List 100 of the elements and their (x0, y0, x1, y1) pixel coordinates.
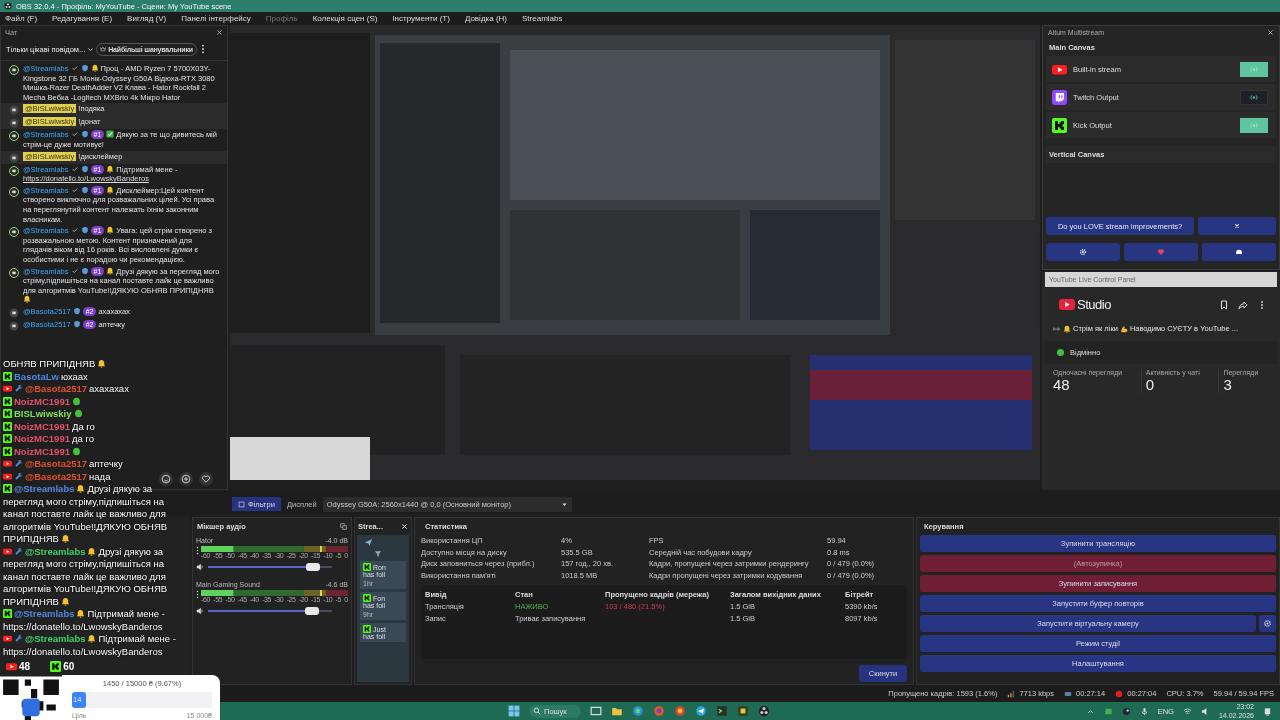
platform-icon (3, 371, 12, 381)
record-icon (1115, 689, 1124, 698)
chat-message: @Streamlabs Друзі дякую за перегляд мого стріму,підпишіться на канал поставте лайк це важливо для алгоритмів YouTube!!ДЯКУЮ ОБНЯВ ПРИПІДНЯВ (3, 545, 169, 608)
close-icon[interactable] (216, 28, 223, 36)
heart-button[interactable] (199, 472, 213, 486)
platform-icon (3, 409, 12, 418)
add-button[interactable] (179, 472, 193, 486)
platform-icon (1052, 117, 1067, 133)
app-logo-icon (4, 2, 12, 10)
play-icon (3, 546, 12, 556)
play-icon (6, 661, 17, 672)
avatar-icon (9, 307, 19, 318)
verified-icon (70, 226, 79, 235)
popout-icon[interactable] (340, 523, 347, 530)
platform-icon (3, 446, 12, 456)
messenger-icon[interactable] (694, 705, 707, 717)
stream-toggle[interactable] (1240, 89, 1268, 105)
verified-icon (70, 64, 79, 72)
browser-icon[interactable] (673, 705, 686, 717)
shield-icon (80, 164, 89, 173)
send-icon[interactable] (364, 538, 373, 547)
chat-message: NoizMC1991 да го (3, 433, 96, 446)
menu-item[interactable]: Довідка (H) (464, 14, 507, 23)
speaker-icon[interactable] (196, 607, 204, 615)
chat-message: @Streamlabs Друзі дякую за перегляд мого стріму,підпишіться на канал поставте лайк це важливо для алгоритмів YouTube!!ДЯКУЮ ОБНЯВ ПРИПІДНЯВ (3, 483, 169, 546)
smiley-icon (161, 474, 171, 484)
menu-item[interactable]: Редагування (E) (52, 14, 113, 23)
crown-icon (100, 46, 107, 52)
shield-icon (80, 64, 89, 72)
terminal-icon[interactable] (715, 705, 728, 717)
folder-icon[interactable] (610, 705, 623, 717)
chat-message: @Basota2517 аптечку (3, 458, 125, 471)
menu-item[interactable]: Файл (F) (5, 14, 38, 23)
chat-message: @Streamlabs Підтримай мене - https://donatello.to/LwowskyBanderos (3, 608, 166, 633)
bookmark-icon[interactable] (1219, 299, 1229, 310)
platform-icon (363, 563, 371, 571)
share-icon[interactable] (1238, 299, 1248, 310)
app-icon[interactable] (736, 705, 749, 717)
chat-message: NoizMC1991 (3, 395, 83, 408)
start-icon[interactable] (508, 705, 520, 717)
window-icon[interactable] (589, 705, 602, 717)
volume-slider-thumb[interactable] (305, 607, 320, 615)
menu-item[interactable]: Streamlabs (522, 14, 563, 23)
chat-message: ОБНЯВ ПРИПІДНЯВ (3, 358, 109, 371)
avatar-icon (9, 118, 19, 129)
browser-icon[interactable] (631, 705, 644, 717)
speaker-icon[interactable] (196, 563, 204, 571)
stream-toggle[interactable] (1240, 61, 1268, 77)
more-icon[interactable] (200, 44, 205, 54)
close-icon (1233, 222, 1242, 230)
arrow-icon (1053, 324, 1061, 333)
bell-icon (1063, 324, 1071, 333)
avatar-icon (9, 320, 19, 331)
platform-icon (3, 609, 12, 618)
menu-item[interactable]: Вигляд (V) (127, 14, 167, 23)
verified-icon (70, 266, 79, 275)
microphone-icon[interactable] (1139, 706, 1149, 716)
stat-value: 0 (1145, 376, 1156, 393)
game-launcher-icon[interactable] (1121, 706, 1131, 716)
search-icon (533, 707, 541, 715)
stat-value: 3 (1223, 376, 1232, 393)
platform-icon (50, 661, 62, 672)
emoji-button[interactable] (159, 472, 173, 486)
stream-toggle[interactable] (1240, 117, 1268, 133)
wifi-icon[interactable] (1182, 706, 1192, 716)
avatar-icon (9, 267, 19, 278)
avatar-icon (9, 227, 19, 238)
play-icon (1059, 299, 1075, 310)
settings-icon (1079, 248, 1087, 256)
heart-icon (201, 474, 211, 484)
notification-icon[interactable] (1263, 706, 1272, 716)
chat-message: BasotaLw юхаах (3, 370, 90, 383)
chat-message: @Basota2517 ахахахах (3, 383, 131, 396)
settings-button[interactable] (1259, 615, 1276, 632)
avatar-icon (9, 65, 19, 75)
close-icon[interactable] (1267, 29, 1274, 36)
chat-message: NoizMC1991 Да го (3, 420, 97, 433)
shield-icon (80, 130, 89, 139)
chat-message: NoizMC1991 (3, 445, 83, 458)
avatar-icon (9, 186, 19, 197)
menu-item[interactable]: Панелі інтерфейсу (181, 14, 251, 23)
volume-slider-thumb[interactable] (306, 563, 321, 571)
menu-item[interactable]: Інструменти (T) (392, 14, 450, 23)
chat-message: @Basota2517 нада (3, 470, 113, 483)
play-icon (3, 471, 12, 481)
stat-value: 48 (1053, 376, 1070, 393)
platform-icon (3, 396, 12, 406)
app-logo-icon[interactable] (757, 705, 770, 717)
chevron-icon[interactable] (87, 45, 95, 53)
platform-icon (363, 594, 371, 602)
studio-logo-text: Studio (1077, 297, 1111, 312)
verified-icon (70, 164, 79, 173)
settings-icon (1263, 619, 1272, 628)
filter-icon[interactable] (374, 550, 382, 558)
play-icon (3, 384, 12, 393)
menu-item[interactable]: Колекція сцен (S) (312, 14, 378, 23)
verified-icon (70, 185, 79, 194)
play-icon (3, 459, 12, 468)
arm-icon (1119, 324, 1128, 333)
plus-icon (181, 474, 191, 484)
